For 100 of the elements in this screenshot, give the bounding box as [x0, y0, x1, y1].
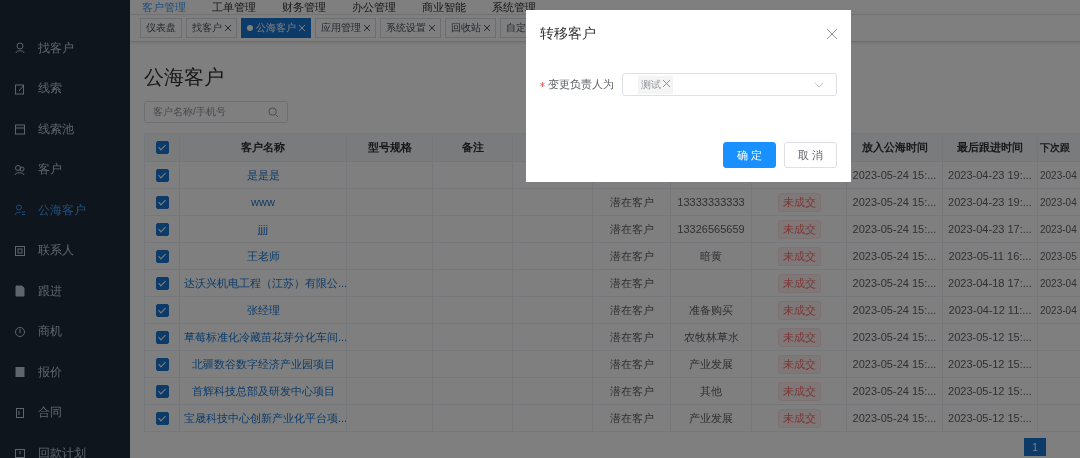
page-button[interactable]: 1: [1024, 438, 1046, 456]
table-cell: 潜在客户: [609, 249, 654, 262]
status-tag: 未成交: [777, 327, 821, 347]
select-field[interactable]: 测试: [622, 73, 837, 96]
cancel-button[interactable]: 取 消: [784, 142, 837, 168]
table-cell: 潜在客户: [609, 195, 654, 208]
table-cell: 2023-04: [1040, 277, 1077, 289]
table-cell: 2023-05-24 15:...: [852, 412, 937, 424]
checkbox[interactable]: [155, 330, 169, 344]
table-cell: 潜在客户: [609, 276, 654, 289]
tab[interactable]: 回收站: [445, 18, 496, 38]
status-tag: 未成交: [777, 246, 821, 266]
tab[interactable]: 仪表盘: [140, 18, 182, 38]
customer-link[interactable]: 王老师: [246, 249, 280, 262]
nav-item[interactable]: 财务管理: [282, 0, 326, 15]
table-cell: 暗黄: [700, 249, 722, 262]
customer-link[interactable]: www: [251, 196, 275, 208]
tab[interactable]: 应用管理: [315, 18, 376, 38]
close-icon[interactable]: [663, 79, 670, 87]
status-tag: 未成交: [777, 408, 821, 428]
status-tag: 未成交: [777, 192, 821, 212]
close-icon[interactable]: [484, 25, 490, 31]
table-cell: 准备购买: [689, 303, 733, 316]
checkbox[interactable]: [155, 249, 169, 263]
tab[interactable]: 找客户: [186, 18, 237, 38]
tab[interactable]: 公海客户: [241, 18, 311, 38]
nav-item[interactable]: 工单管理: [212, 0, 256, 15]
checkbox[interactable]: [155, 276, 169, 290]
table-cell: 产业发展: [689, 411, 733, 424]
table-cell: 2023-05-12 15:...: [948, 412, 1032, 424]
table-cell: 产业发展: [689, 357, 733, 370]
table-cell: 潜在客户: [609, 330, 654, 343]
checkbox[interactable]: [155, 168, 169, 182]
sidebar-item[interactable]: 公海客户: [0, 190, 130, 231]
table-cell: 2023-05-24 15:...: [852, 358, 937, 370]
sidebar-item[interactable]: 找客户: [0, 28, 130, 69]
column-header: 型号规格: [367, 141, 412, 153]
contract-icon: [14, 406, 26, 419]
dialog-title: 转移客户: [540, 25, 596, 43]
checkbox[interactable]: [155, 384, 169, 398]
checkbox[interactable]: [155, 141, 169, 155]
column-header: 放入公海时间: [861, 141, 928, 153]
search-icon[interactable]: [268, 106, 279, 118]
customer-link[interactable]: 是是是: [246, 168, 280, 181]
nav-item[interactable]: 客户管理: [142, 0, 186, 15]
table-cell: 2023-04-12 11:...: [948, 304, 1032, 316]
sidebar-item[interactable]: 回款计划: [0, 433, 130, 458]
confirm-button[interactable]: 确 定: [723, 142, 776, 168]
table-cell: 2023-04: [1040, 223, 1077, 235]
status-tag: 未成交: [777, 381, 821, 401]
table-cell: 2023-04: [1040, 169, 1077, 181]
tab[interactable]: 系统设置: [380, 18, 441, 38]
table-cell: 2023-05-24 15:...: [852, 277, 937, 289]
contact-card-icon: [14, 244, 26, 257]
checkbox[interactable]: [155, 222, 169, 236]
table-cell: 潜在客户: [609, 384, 654, 397]
customer-link[interactable]: 张经理: [246, 303, 280, 316]
sidebar-item[interactable]: 联系人: [0, 230, 130, 271]
table-cell: 潜在客户: [609, 303, 654, 316]
edit-icon: [14, 82, 26, 95]
table-cell: 潜在客户: [609, 222, 654, 235]
checkbox[interactable]: [155, 303, 169, 317]
table-cell: 2023-05-24 15:...: [852, 304, 937, 316]
schedule-icon: [14, 447, 26, 458]
close-icon[interactable]: [429, 25, 435, 31]
table-cell: 2023-05-24 15:...: [852, 196, 937, 208]
sidebar-item[interactable]: 报价: [0, 352, 130, 393]
table-cell: 2023-05: [1040, 250, 1077, 262]
table-cell: 2023-05-24 15:...: [852, 169, 937, 181]
status-tag: 未成交: [777, 273, 821, 293]
status-tag: 未成交: [777, 354, 821, 374]
sidebar-item[interactable]: 商机: [0, 311, 130, 352]
table-cell: 2023-04-23 19:...: [948, 169, 1032, 181]
customer-link[interactable]: jjjj: [258, 223, 268, 235]
close-icon[interactable]: [225, 25, 231, 31]
field-label: 变更负责人为: [548, 77, 614, 92]
people-icon: [14, 163, 26, 176]
nav-item[interactable]: 商业智能: [422, 0, 466, 15]
checkbox[interactable]: [155, 357, 169, 371]
nav-item[interactable]: 办公管理: [352, 0, 396, 15]
table-cell: 2023-04: [1040, 196, 1077, 208]
table-cell: 2023-04: [1040, 304, 1077, 316]
column-header: 备注: [461, 141, 484, 153]
person-icon: [14, 42, 26, 55]
sidebar-item[interactable]: 跟进: [0, 271, 130, 312]
user-list-icon: [14, 204, 26, 217]
column-header: 客户名称: [241, 141, 285, 153]
document-icon: [14, 285, 26, 298]
sidebar-item[interactable]: 客户: [0, 149, 130, 190]
close-icon[interactable]: [827, 29, 837, 39]
checkbox[interactable]: [155, 411, 169, 425]
table-cell: 2023-04-18 17:...: [948, 277, 1032, 289]
sidebar-item[interactable]: 线索: [0, 68, 130, 109]
tag-chip[interactable]: 测试: [638, 75, 673, 94]
sidebar-item[interactable]: 线索池: [0, 109, 130, 150]
close-icon[interactable]: [364, 25, 370, 31]
checkbox[interactable]: [155, 195, 169, 209]
sidebar-item[interactable]: 合同: [0, 392, 130, 433]
table-cell: 13326565659: [677, 223, 745, 235]
table-cell: 2023-04-23 17:...: [948, 223, 1032, 235]
